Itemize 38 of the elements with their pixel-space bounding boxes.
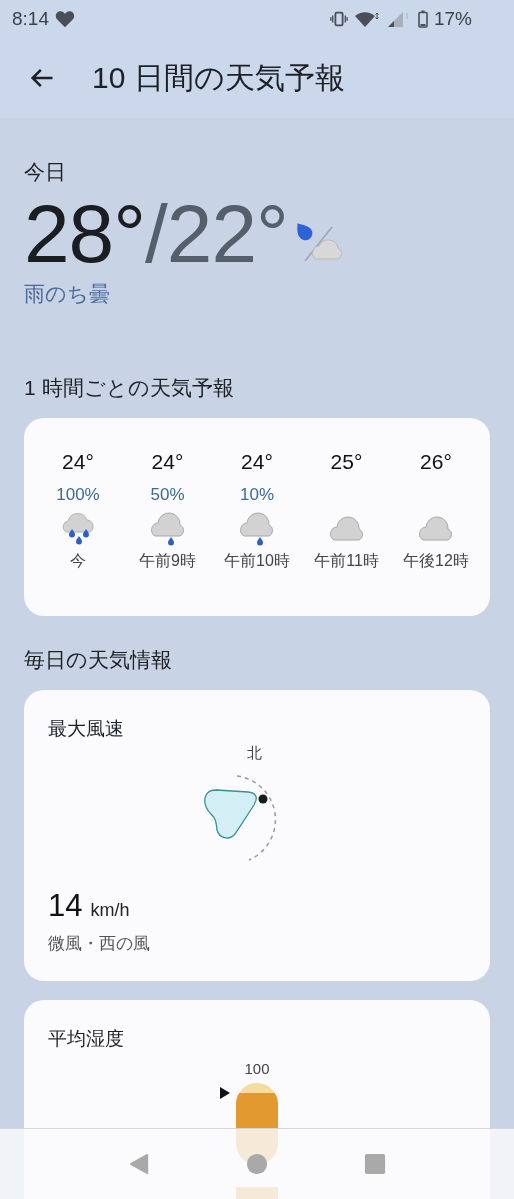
- humidity-card-title: 平均湿度: [48, 1027, 125, 1051]
- battery-percent: 17%: [433, 8, 472, 30]
- recents-icon[interactable]: [364, 1153, 386, 1175]
- precip-chance: 10%: [240, 485, 274, 505]
- humidity-max-label: 100: [244, 1060, 270, 1077]
- wind-card-title: 最大風速: [48, 717, 125, 741]
- hour-label: 午前9時: [139, 551, 196, 571]
- wifi-icon: [353, 10, 380, 28]
- vibrate-icon: [329, 11, 348, 27]
- hour-label: 午後12時: [403, 551, 469, 571]
- pointer-icon: [220, 1086, 230, 1099]
- page-title: 10 日間の天気予報: [92, 59, 345, 96]
- daily-section-title: 毎日の天気情報: [24, 647, 173, 673]
- hour-label: 午前10時: [224, 551, 290, 571]
- precip-chance: 100%: [56, 485, 100, 505]
- precip-chance: 50%: [150, 485, 185, 505]
- hour-temperature: 25°: [330, 450, 363, 475]
- hour-temperature: 24°: [241, 450, 273, 475]
- north-label: 北: [247, 744, 262, 763]
- hour-temperature: 24°: [151, 450, 184, 475]
- wind-speed: 14: [48, 888, 83, 924]
- high-temperature: 28°: [24, 187, 145, 281]
- hourly-section-title: 1 時間ごとの天気予報: [24, 375, 235, 401]
- status-time: 8:14: [12, 8, 49, 30]
- heart-icon: [55, 10, 75, 28]
- back-icon[interactable]: [128, 1153, 150, 1175]
- today-label: 今日: [24, 159, 67, 185]
- hour-temperature: 24°: [62, 450, 94, 475]
- hour-label: 今: [70, 551, 86, 571]
- wind-description: 微風・西の風: [48, 933, 151, 955]
- wind-speed-unit: km/h: [90, 900, 130, 921]
- hour-label: 午前11時: [314, 551, 379, 571]
- low-temperature: 22°: [166, 187, 288, 281]
- temperature-separator: /: [145, 187, 167, 281]
- hour-temperature: 26°: [420, 450, 452, 475]
- home-icon[interactable]: [246, 1153, 268, 1175]
- battery-icon: [417, 10, 428, 28]
- condition-text: 雨のち曇: [24, 281, 111, 307]
